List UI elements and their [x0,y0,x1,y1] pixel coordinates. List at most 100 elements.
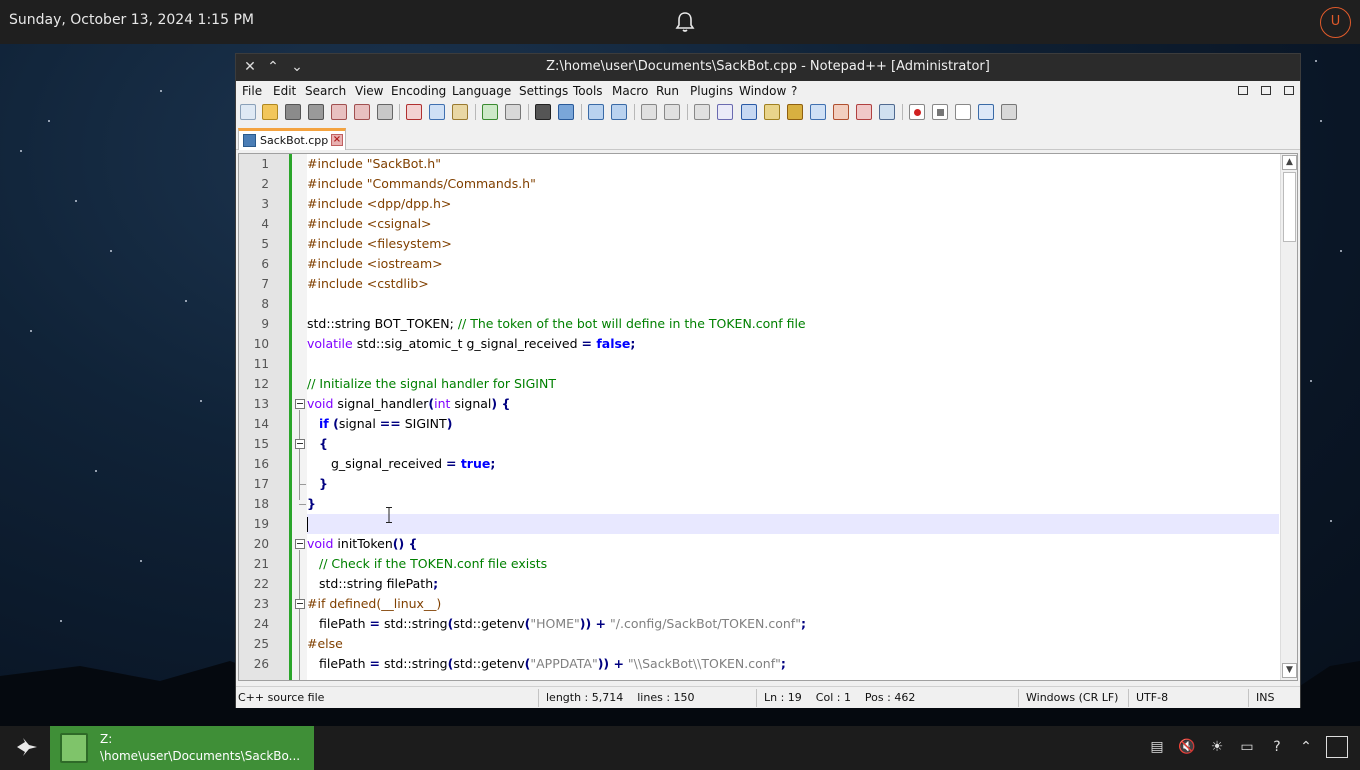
menu-run[interactable]: Run [656,84,679,98]
show-desktop-button[interactable] [1326,736,1348,758]
indent-guide-icon[interactable] [741,104,757,120]
code-line: #include <filesystem> [307,234,1279,254]
sync-horizontal-icon[interactable] [664,104,680,120]
code-text[interactable]: #include "SackBot.h" #include "Commands/… [307,154,1279,680]
fold-toggle-icon[interactable] [295,399,305,409]
find-icon[interactable] [535,104,551,120]
code-line: } [307,494,1279,514]
menu-settings[interactable]: Settings [519,84,568,98]
zoom-out-icon[interactable] [611,104,627,120]
zoom-in-icon[interactable] [588,104,604,120]
code-token: signal_handler [333,396,429,411]
menu-file[interactable]: File [242,84,262,98]
close-file-icon[interactable] [331,104,347,120]
menu-macro[interactable]: Macro [612,84,648,98]
cut-icon[interactable] [406,104,422,120]
user-avatar[interactable]: U [1320,7,1351,38]
status-position[interactable]: Ln : 19 Col : 1 Pos : 462 [764,691,915,704]
code-string: "/.config/SackBot/TOKEN.conf" [606,616,801,631]
network-icon[interactable]: ▭ [1237,737,1257,757]
folder-workspace-icon[interactable] [856,104,872,120]
status-encoding[interactable]: UTF-8 [1136,691,1168,704]
clipboard-icon[interactable]: ▤ [1147,737,1167,757]
tab-sackbot-cpp[interactable]: SackBot.cpp × [238,128,346,150]
status-eol[interactable]: Windows (CR LF) [1026,691,1118,704]
doc-restore-icon[interactable] [1261,86,1271,95]
status-filetype: C++ source file [238,691,325,704]
code-line: g_signal_received = true; [307,454,1279,474]
scroll-up-icon[interactable]: ▲ [1282,155,1297,170]
save-macro-icon[interactable] [1001,104,1017,120]
show-all-chars-icon[interactable] [717,104,733,120]
close-all-icon[interactable] [354,104,370,120]
fold-toggle-icon[interactable] [295,539,305,549]
fold-guide [299,484,306,485]
scrollbar-thumb[interactable] [1283,172,1296,242]
scroll-down-icon[interactable]: ▼ [1282,663,1297,678]
new-file-icon[interactable] [240,104,256,120]
code-editor[interactable]: 1 2 3 4 5 6 7 8 9 10 11 12 13 14 15 16 1… [238,153,1298,681]
udl-icon[interactable] [764,104,780,120]
bell-icon[interactable] [673,10,697,34]
fold-toggle-icon[interactable] [295,439,305,449]
doc-list-icon[interactable] [810,104,826,120]
code-token: #include <iostream> [307,256,443,271]
code-operator: () { [392,536,418,551]
function-list-icon[interactable] [833,104,849,120]
close-tab-icon[interactable]: × [331,134,343,146]
line-number: 16 [253,457,269,471]
paste-icon[interactable] [452,104,468,120]
sync-vertical-icon[interactable] [641,104,657,120]
line-number: 11 [253,357,269,371]
menu-encoding[interactable]: Encoding [391,84,446,98]
play-macro-icon[interactable] [955,104,971,120]
window-title: Z:\home\user\Documents\SackBot.cpp - Not… [546,59,990,74]
monitoring-icon[interactable] [879,104,895,120]
code-operator: ; [630,336,636,351]
copy-icon[interactable] [429,104,445,120]
code-line: #include <csignal> [307,214,1279,234]
tab-label: SackBot.cpp [260,134,329,147]
status-insert-mode[interactable]: INS [1256,691,1274,704]
menu-search[interactable]: Search [305,84,346,98]
menu-window[interactable]: Window [739,84,786,98]
taskbar-notepadpp-button[interactable]: Z: \home\user\Documents\SackBo... [50,726,314,770]
fold-guide [299,410,300,500]
menu-help[interactable]: ? [791,84,797,98]
vertical-scrollbar[interactable]: ▲ ▼ [1280,154,1297,680]
menu-tools[interactable]: Tools [573,84,603,98]
code-operator: ; [433,576,439,591]
clock[interactable]: Sunday, October 13, 2024 1:15 PM [9,12,254,28]
code-operator: { [319,436,328,451]
line-number: 3 [261,197,269,211]
open-file-icon[interactable] [262,104,278,120]
menu-view[interactable]: View [355,84,383,98]
word-wrap-icon[interactable] [694,104,710,120]
chevron-up-icon[interactable]: ⌃ [1296,737,1316,757]
help-icon[interactable]: ? [1267,737,1287,757]
replace-icon[interactable] [558,104,574,120]
menu-edit[interactable]: Edit [273,84,296,98]
doc-close-icon[interactable] [1284,86,1294,95]
code-token: signal [338,416,380,431]
record-macro-icon[interactable] [909,104,925,120]
print-icon[interactable] [377,104,393,120]
window-titlebar[interactable]: ✕ ⌃ ⌄ Z:\home\user\Documents\SackBot.cpp… [236,54,1300,81]
menu-language[interactable]: Language [452,84,511,98]
save-icon[interactable] [285,104,301,120]
fold-toggle-icon[interactable] [295,599,305,609]
stop-macro-icon[interactable] [932,104,948,120]
menu-plugins[interactable]: Plugins [690,84,733,98]
volume-muted-icon[interactable]: 🔇 [1177,737,1197,757]
doc-map-icon[interactable] [787,104,803,120]
brightness-icon[interactable]: ☀ [1207,737,1227,757]
run-macro-multiple-icon[interactable] [978,104,994,120]
undo-icon[interactable] [482,104,498,120]
line-number: 21 [253,557,269,571]
save-all-icon[interactable] [308,104,324,120]
code-keyword: void [307,536,334,551]
redo-icon[interactable] [505,104,521,120]
doc-minimize-icon[interactable] [1238,86,1248,95]
app-launcher-icon[interactable] [14,734,40,760]
line-number: 1 [261,157,269,171]
